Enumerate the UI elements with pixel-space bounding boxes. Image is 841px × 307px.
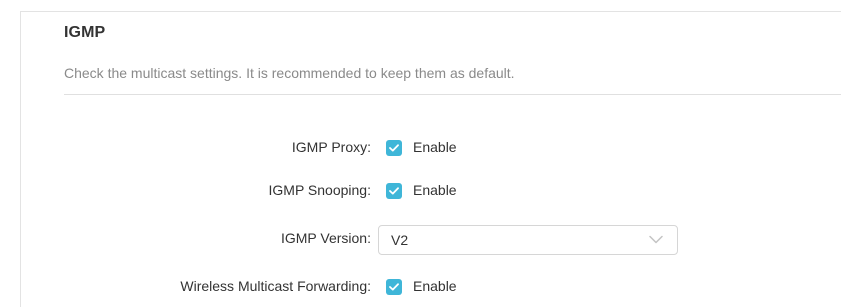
igmp-snooping-label: IGMP Snooping: [268,182,371,198]
igmp-snooping-enable-label[interactable]: Enable [413,182,457,198]
igmp-proxy-enable-label[interactable]: Enable [413,139,457,155]
chevron-down-icon [649,235,663,244]
igmp-version-label: IGMP Version: [280,230,371,246]
igmp-snooping-checkbox[interactable] [386,183,402,199]
igmp-version-select[interactable]: V2 [378,225,678,255]
igmp-version-selected-value: V2 [391,232,409,248]
section-description: Check the multicast settings. It is reco… [64,65,515,81]
checkmark-icon [389,144,399,152]
igmp-proxy-row: IGMP Proxy: Enable [0,134,841,162]
wireless-multicast-forwarding-checkbox[interactable] [386,279,402,295]
wireless-multicast-forwarding-label: Wireless Multicast Forwarding: [180,278,371,294]
igmp-proxy-checkbox[interactable] [386,140,402,156]
checkmark-icon [389,187,399,195]
checkmark-icon [389,283,399,291]
igmp-version-row: IGMP Version: V2 [0,225,841,255]
igmp-settings-panel: IGMP Check the multicast settings. It is… [0,0,841,307]
panel-top-border [20,11,841,12]
wireless-multicast-forwarding-row: Wireless Multicast Forwarding: Enable [0,273,841,301]
section-title: IGMP [64,24,106,41]
igmp-snooping-row: IGMP Snooping: Enable [0,177,841,205]
section-divider [64,94,841,95]
igmp-proxy-label: IGMP Proxy: [291,139,371,155]
wireless-multicast-forwarding-enable-label[interactable]: Enable [413,278,457,294]
